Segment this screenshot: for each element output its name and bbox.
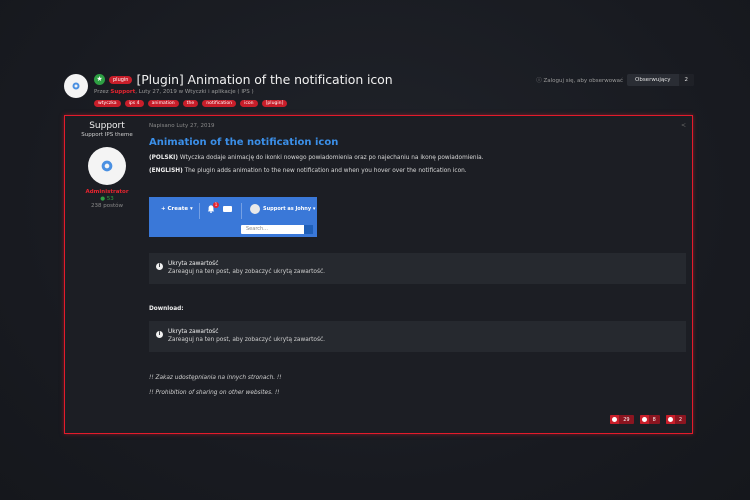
reactions-bar: 29 8 2 (610, 415, 686, 424)
title-row: ★ plugin [Plugin] Animation of the notif… (94, 72, 393, 87)
login-to-follow-label: Zaloguj się, aby obserwować (543, 78, 623, 84)
reaction-count: 8 (652, 416, 656, 423)
preview-image: + Create ▾ 1 Support as Johny ▾ Search..… (149, 197, 317, 237)
hidden-desc: Zareaguj na ten post, aby zobaczyć ukryt… (168, 269, 326, 275)
reaction-like[interactable]: 29 (610, 415, 634, 424)
star-icon: ★ (94, 74, 105, 85)
post-title: Animation of the notification icon (149, 137, 339, 148)
hidden-desc: Zareaguj na ten post, aby zobaczyć ukryt… (168, 337, 326, 343)
reaction-count: 29 (623, 416, 630, 423)
post-count: 238 postów (91, 203, 123, 209)
reputation-value: 53 (106, 196, 114, 202)
hidden-content-box: i Ukryta zawartość Zareaguj na ten post,… (149, 321, 686, 352)
thanks-icon (665, 415, 675, 424)
hidden-title: Ukryta zawartość (168, 261, 219, 267)
prefix-tag[interactable]: plugin (109, 75, 133, 84)
topic-meta: Przez Support, Luty 27, 2019 w Wtyczki i… (94, 89, 254, 95)
preview-user-avatar (250, 204, 260, 214)
preview-divider (199, 203, 200, 219)
topic-header: ★ plugin [Plugin] Animation of the notif… (64, 72, 694, 112)
polish-label: (POLSKI) (149, 155, 178, 161)
follow-button[interactable]: Obserwujący 2 (627, 74, 694, 86)
tag[interactable]: ips 4 (124, 100, 144, 107)
heart-icon (639, 415, 649, 424)
preview-user: Support as Johny ▾ (263, 206, 316, 212)
polish-paragraph: (POLSKI) Wtyczka dodaje animację do ikon… (149, 155, 686, 161)
author-name[interactable]: Support (65, 121, 149, 131)
meta-author-link[interactable]: Support (110, 89, 135, 95)
follow-label: Obserwujący (635, 77, 671, 83)
author-theme: Support IPS theme (81, 132, 133, 138)
gear-icon (72, 82, 80, 90)
info-icon: i (156, 331, 163, 338)
hidden-title: Ukryta zawartość (168, 329, 219, 335)
follow-count: 2 (678, 74, 694, 86)
info-icon: i (156, 263, 163, 270)
tag[interactable]: icon (240, 100, 258, 107)
no-share-en: !! Prohibition of sharing on other websi… (149, 390, 280, 396)
tag[interactable]: [plugin] (261, 100, 288, 107)
search-icon (304, 225, 313, 234)
like-icon (610, 415, 620, 424)
meta-suffix: , Luty 27, 2019 w Wtyczki i aplikacje ( … (135, 89, 254, 95)
post-content: Napisano Luty 27, 2019 < Animation of th… (149, 116, 686, 396)
page-title: [Plugin] Animation of the notification i… (136, 72, 393, 87)
english-text: The plugin adds animation to the new not… (182, 168, 467, 174)
preview-search: Search... (241, 225, 313, 234)
author-panel: Support Support IPS theme Administrator … (65, 116, 149, 209)
download-label: Download: (149, 306, 184, 312)
posted-date[interactable]: Napisano Luty 27, 2019 (149, 123, 686, 129)
preview-divider (241, 203, 242, 219)
follow-area: ⓘ Zaloguj się, aby obserwować Obserwując… (536, 74, 694, 86)
reaction-thanks[interactable]: 2 (665, 415, 686, 424)
tag[interactable]: animation (147, 100, 179, 107)
hidden-content-box: i Ukryta zawartość Zareaguj na ten post,… (149, 253, 686, 284)
english-paragraph: (ENGLISH) The plugin adds animation to t… (149, 168, 686, 174)
meta-prefix: Przez (94, 89, 111, 95)
notification-badge: 1 (213, 202, 219, 208)
reputation-badge: ● 53 (100, 196, 114, 202)
tag[interactable]: notification (202, 100, 237, 107)
mail-icon (223, 206, 232, 212)
no-share-pl: !! Zakaz udostępniania na innych stronac… (149, 375, 282, 381)
polish-text: Wtyczka dodaje animację do ikonki nowego… (178, 155, 484, 161)
post-container: Support Support IPS theme Administrator … (64, 115, 693, 434)
tag[interactable]: the (182, 100, 199, 107)
gear-icon (101, 160, 113, 172)
author-role: Administrator (85, 189, 129, 195)
tag-list: wtyczka ips 4 animation the notification… (94, 100, 288, 107)
reaction-love[interactable]: 8 (639, 415, 660, 424)
english-label: (ENGLISH) (149, 168, 183, 174)
avatar[interactable] (88, 147, 126, 185)
preview-create: + Create ▾ (161, 206, 193, 212)
preview-search-placeholder: Search... (246, 226, 268, 232)
reaction-count: 2 (678, 416, 682, 423)
topic-author-avatar[interactable] (64, 74, 88, 98)
share-icon[interactable]: < (681, 122, 686, 129)
login-to-follow-link[interactable]: ⓘ Zaloguj się, aby obserwować (536, 76, 623, 84)
tag[interactable]: wtyczka (94, 100, 121, 107)
